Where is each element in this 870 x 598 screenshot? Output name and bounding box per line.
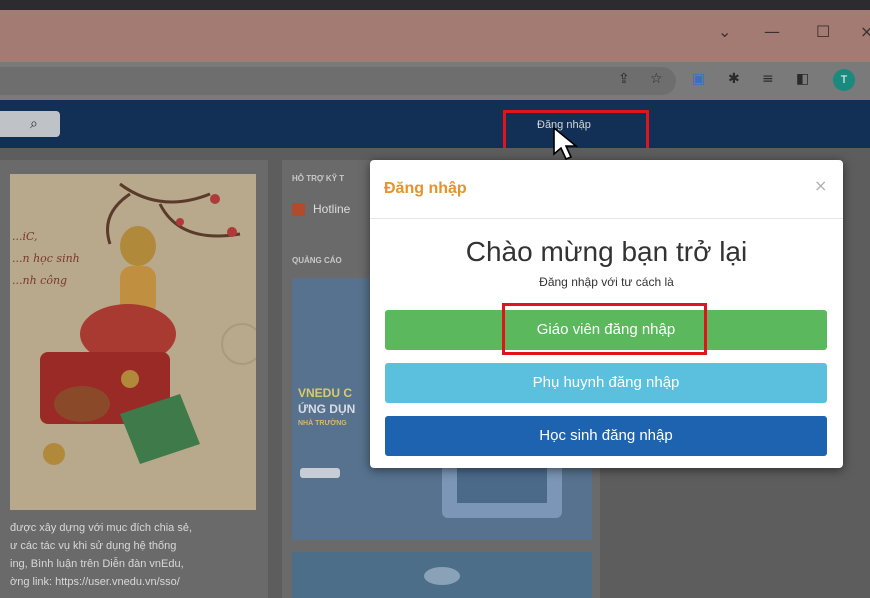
- support-section-title: HỖ TRỢ KỸ T: [292, 174, 345, 183]
- ad-text: ỨNG DỤN: [298, 402, 356, 416]
- browser-toolbar: ⇪ ☆ ▣ ✱ ≡ ◧ T: [0, 62, 870, 100]
- phone-icon: [292, 203, 305, 217]
- secondary-ad-banner[interactable]: [292, 552, 592, 598]
- search-icon[interactable]: ⌕: [30, 116, 38, 132]
- browser-title-bar: ⌄ — ☐ ×: [0, 0, 870, 62]
- parent-login-button[interactable]: Phụ huynh đăng nhập: [385, 363, 827, 403]
- search-input[interactable]: ⌕: [0, 111, 60, 137]
- poster-script-text: ...iC, ...n học sinh ...nh công: [12, 226, 80, 292]
- close-icon[interactable]: ×: [814, 176, 827, 195]
- poster-script-line: ...n học sinh: [12, 252, 80, 265]
- left-column: ...iC, ...n học sinh ...nh công được xây…: [0, 160, 268, 598]
- welcome-heading: Chào mừng bạn trở lại: [465, 236, 748, 267]
- intro-text-line: ư các tác vụ khi sử dụng hệ thống: [10, 540, 177, 552]
- maximize-button[interactable]: ☐: [816, 22, 830, 41]
- intro-text-line: ờng link: https://user.vnedu.vn/sso/: [10, 576, 180, 588]
- ad-text: NHÀ TRƯỜNG: [298, 420, 347, 427]
- site-header: ⌕ Đăng nhập: [0, 100, 870, 148]
- close-window-button[interactable]: ×: [860, 22, 870, 41]
- reading-list-icon[interactable]: ≡: [762, 71, 774, 87]
- translate-icon[interactable]: ▣: [692, 71, 705, 87]
- profile-avatar[interactable]: T: [833, 69, 855, 91]
- login-role-subtitle: Đăng nhập với tư cách là: [539, 275, 674, 289]
- ad-text: VNEDU C: [298, 386, 353, 400]
- browser-tab-strip: [0, 0, 870, 10]
- ads-section-title: QUẢNG CÁO: [292, 256, 342, 265]
- hotline-item[interactable]: Hotline: [292, 202, 351, 217]
- share-icon[interactable]: ⇪: [618, 71, 630, 87]
- intro-text-line: ing, Bình luận trên Diễn đàn vnEdu,: [10, 558, 184, 570]
- intro-text-line: được xây dựng với mục đích chia sẻ,: [10, 522, 193, 534]
- poster-script-line: ...iC,: [12, 230, 38, 243]
- mouse-cursor-icon: [553, 126, 579, 161]
- highlight-box-teacher-button: [502, 303, 707, 355]
- student-login-button[interactable]: Học sinh đăng nhập: [385, 416, 827, 456]
- tet-poster-image: ...iC, ...n học sinh ...nh công: [10, 174, 256, 510]
- secondary-ad-illustration: [424, 567, 460, 585]
- address-bar[interactable]: [0, 67, 676, 95]
- star-icon[interactable]: ☆: [650, 71, 663, 87]
- minimize-button[interactable]: —: [764, 22, 780, 41]
- extensions-icon[interactable]: ✱: [728, 71, 740, 87]
- modal-title: Đăng nhập: [384, 180, 467, 197]
- poster-script-line: ...nh công: [12, 274, 68, 287]
- chevron-down-icon[interactable]: ⌄: [718, 22, 731, 41]
- tet-poster-illustration: [10, 174, 256, 510]
- hotline-label: Hotline: [313, 202, 351, 216]
- side-panel-icon[interactable]: ◧: [796, 71, 809, 87]
- modal-divider: [370, 218, 843, 219]
